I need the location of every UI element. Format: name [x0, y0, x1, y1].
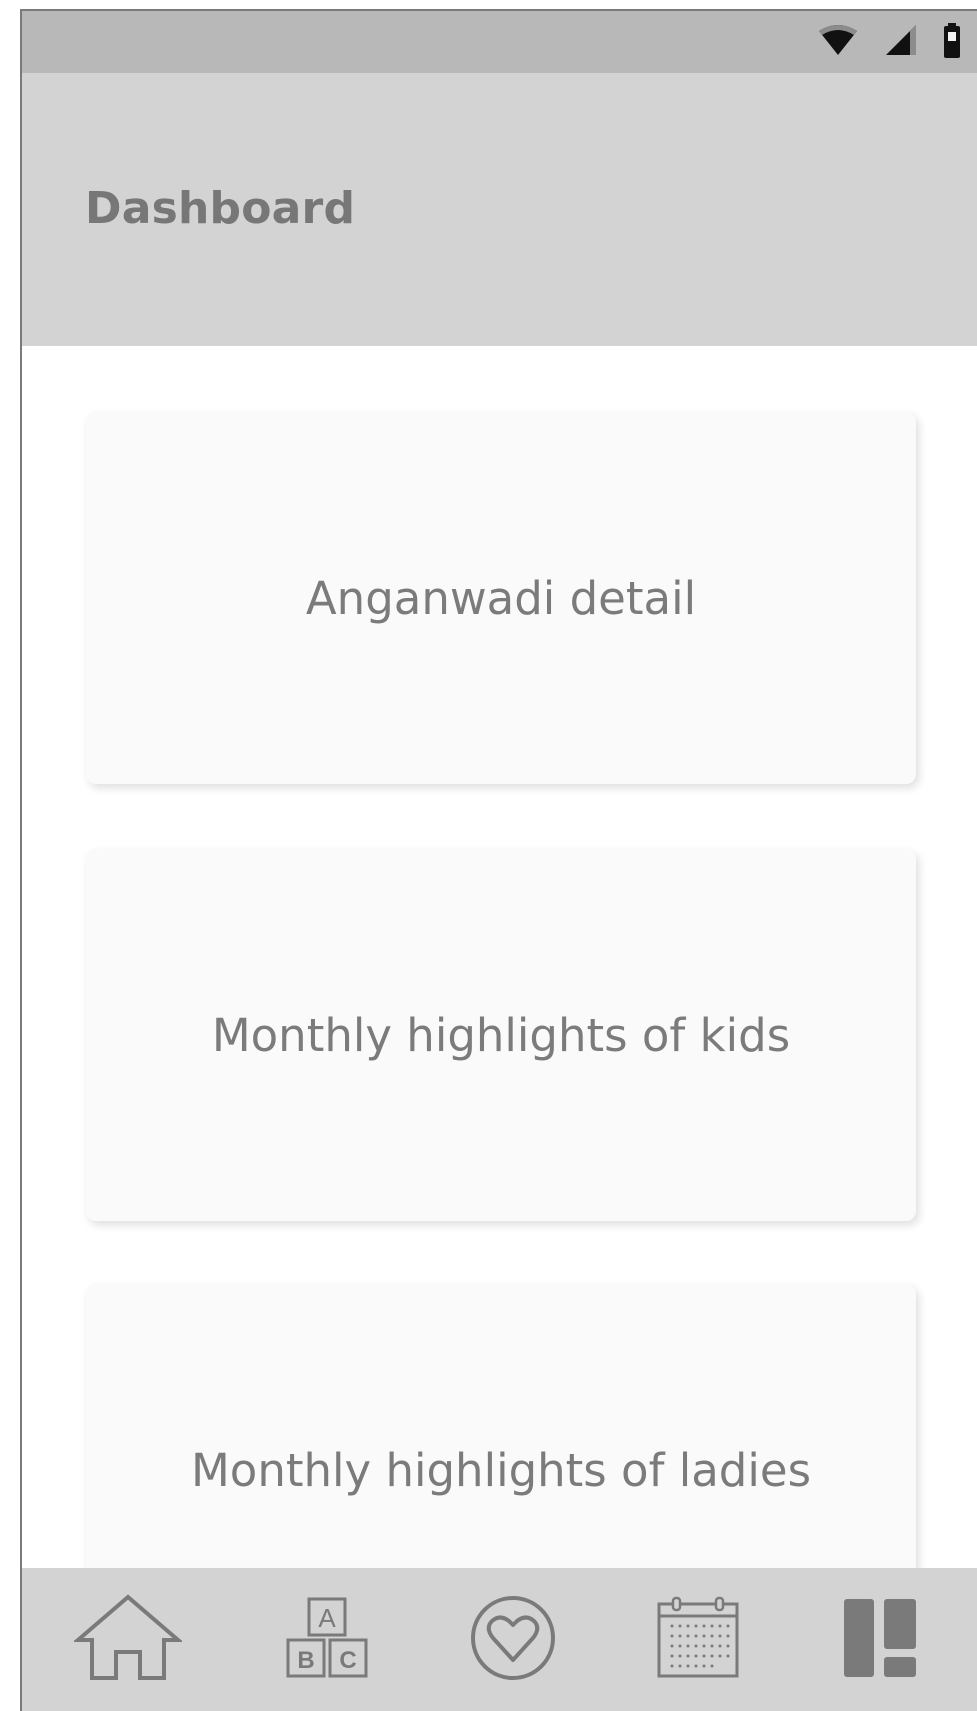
- card-label: Monthly highlights of ladies: [190, 1444, 812, 1497]
- nav-home[interactable]: [72, 1590, 184, 1690]
- svg-text:B: B: [297, 1647, 314, 1674]
- bottom-navigation: A B C: [22, 1568, 977, 1711]
- card-label: Monthly highlights of kids: [211, 1008, 791, 1062]
- nav-calendar[interactable]: [648, 1590, 748, 1690]
- nav-dashboard[interactable]: [830, 1590, 930, 1690]
- phone-screen: Dashboard Anganwadi detail Monthly highl…: [0, 0, 977, 1711]
- kids-highlights-card[interactable]: Monthly highlights of kids: [86, 849, 916, 1221]
- battery-icon: [942, 23, 962, 63]
- dashboard-icon: [842, 1597, 918, 1683]
- page-title: Dashboard: [85, 183, 356, 234]
- wifi-icon: [817, 23, 859, 61]
- app-bar: Dashboard: [22, 73, 977, 346]
- dashboard-content: Anganwadi detail Monthly highlights of k…: [22, 346, 977, 1664]
- calendar-icon: [656, 1596, 740, 1684]
- abc-blocks-icon: A B C: [285, 1597, 369, 1683]
- home-icon: [72, 1594, 184, 1686]
- svg-text:C: C: [339, 1647, 356, 1674]
- nav-learning[interactable]: A B C: [277, 1590, 377, 1690]
- heart-icon: [469, 1594, 557, 1686]
- card-label: Anganwadi detail: [305, 571, 697, 625]
- nav-health[interactable]: [463, 1590, 563, 1690]
- status-bar: [22, 11, 977, 73]
- cellular-signal-icon: [884, 23, 918, 61]
- anganwadi-detail-card[interactable]: Anganwadi detail: [86, 412, 916, 784]
- svg-text:A: A: [318, 1603, 336, 1633]
